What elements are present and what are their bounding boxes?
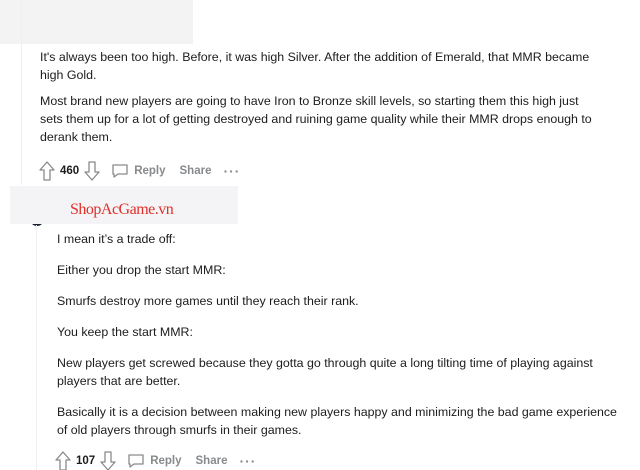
share-button[interactable]: Share	[196, 455, 228, 467]
vote-count: 107	[76, 455, 96, 467]
upvote-icon[interactable]	[38, 160, 56, 182]
comment-action-bar: 107 Reply Share ···	[54, 450, 256, 470]
reply-button[interactable]: Reply	[127, 453, 182, 469]
comment-paragraph: Basically it is a decision between makin…	[57, 405, 617, 437]
comment-bubble-icon	[112, 164, 128, 178]
upvote-icon[interactable]	[54, 450, 72, 470]
comment-paragraph: I mean it’s a trade off:	[57, 232, 176, 246]
comment-body: I mean it’s a trade off: Either you drop…	[57, 230, 617, 452]
reddit-comment-thread: It's always been too high. Before, it wa…	[0, 0, 640, 470]
thread-line[interactable]	[21, 0, 22, 185]
share-button[interactable]: Share	[180, 165, 212, 177]
comment-action-bar: 460 Reply Share ···	[38, 160, 240, 182]
downvote-icon[interactable]	[99, 450, 117, 470]
comment-paragraph: New players get screwed because they got…	[57, 356, 593, 388]
reply-label: Reply	[150, 455, 182, 467]
comment-paragraph: Smurfs destroy more games until they rea…	[57, 294, 359, 308]
comment-paragraph: Most brand new players are going to have…	[40, 94, 592, 144]
downvote-icon[interactable]	[83, 160, 101, 182]
watermark-logo: ShopAcGame.vn	[70, 201, 174, 218]
more-options-button[interactable]: ···	[223, 164, 240, 178]
comment-paragraph: Either you drop the start MMR:	[57, 263, 226, 277]
comment-body: It's always been too high. Before, it wa…	[40, 48, 600, 154]
reply-label: Reply	[134, 165, 166, 177]
comment-bubble-icon	[128, 454, 144, 468]
thread-line[interactable]	[36, 225, 37, 470]
more-options-button[interactable]: ···	[239, 454, 256, 468]
redacted-region	[0, 0, 193, 44]
comment-paragraph: It's always been too high. Before, it wa…	[40, 50, 590, 82]
comment-paragraph: You keep the start MMR:	[57, 325, 193, 339]
reply-button[interactable]: Reply	[111, 163, 166, 179]
vote-count: 460	[60, 165, 80, 177]
